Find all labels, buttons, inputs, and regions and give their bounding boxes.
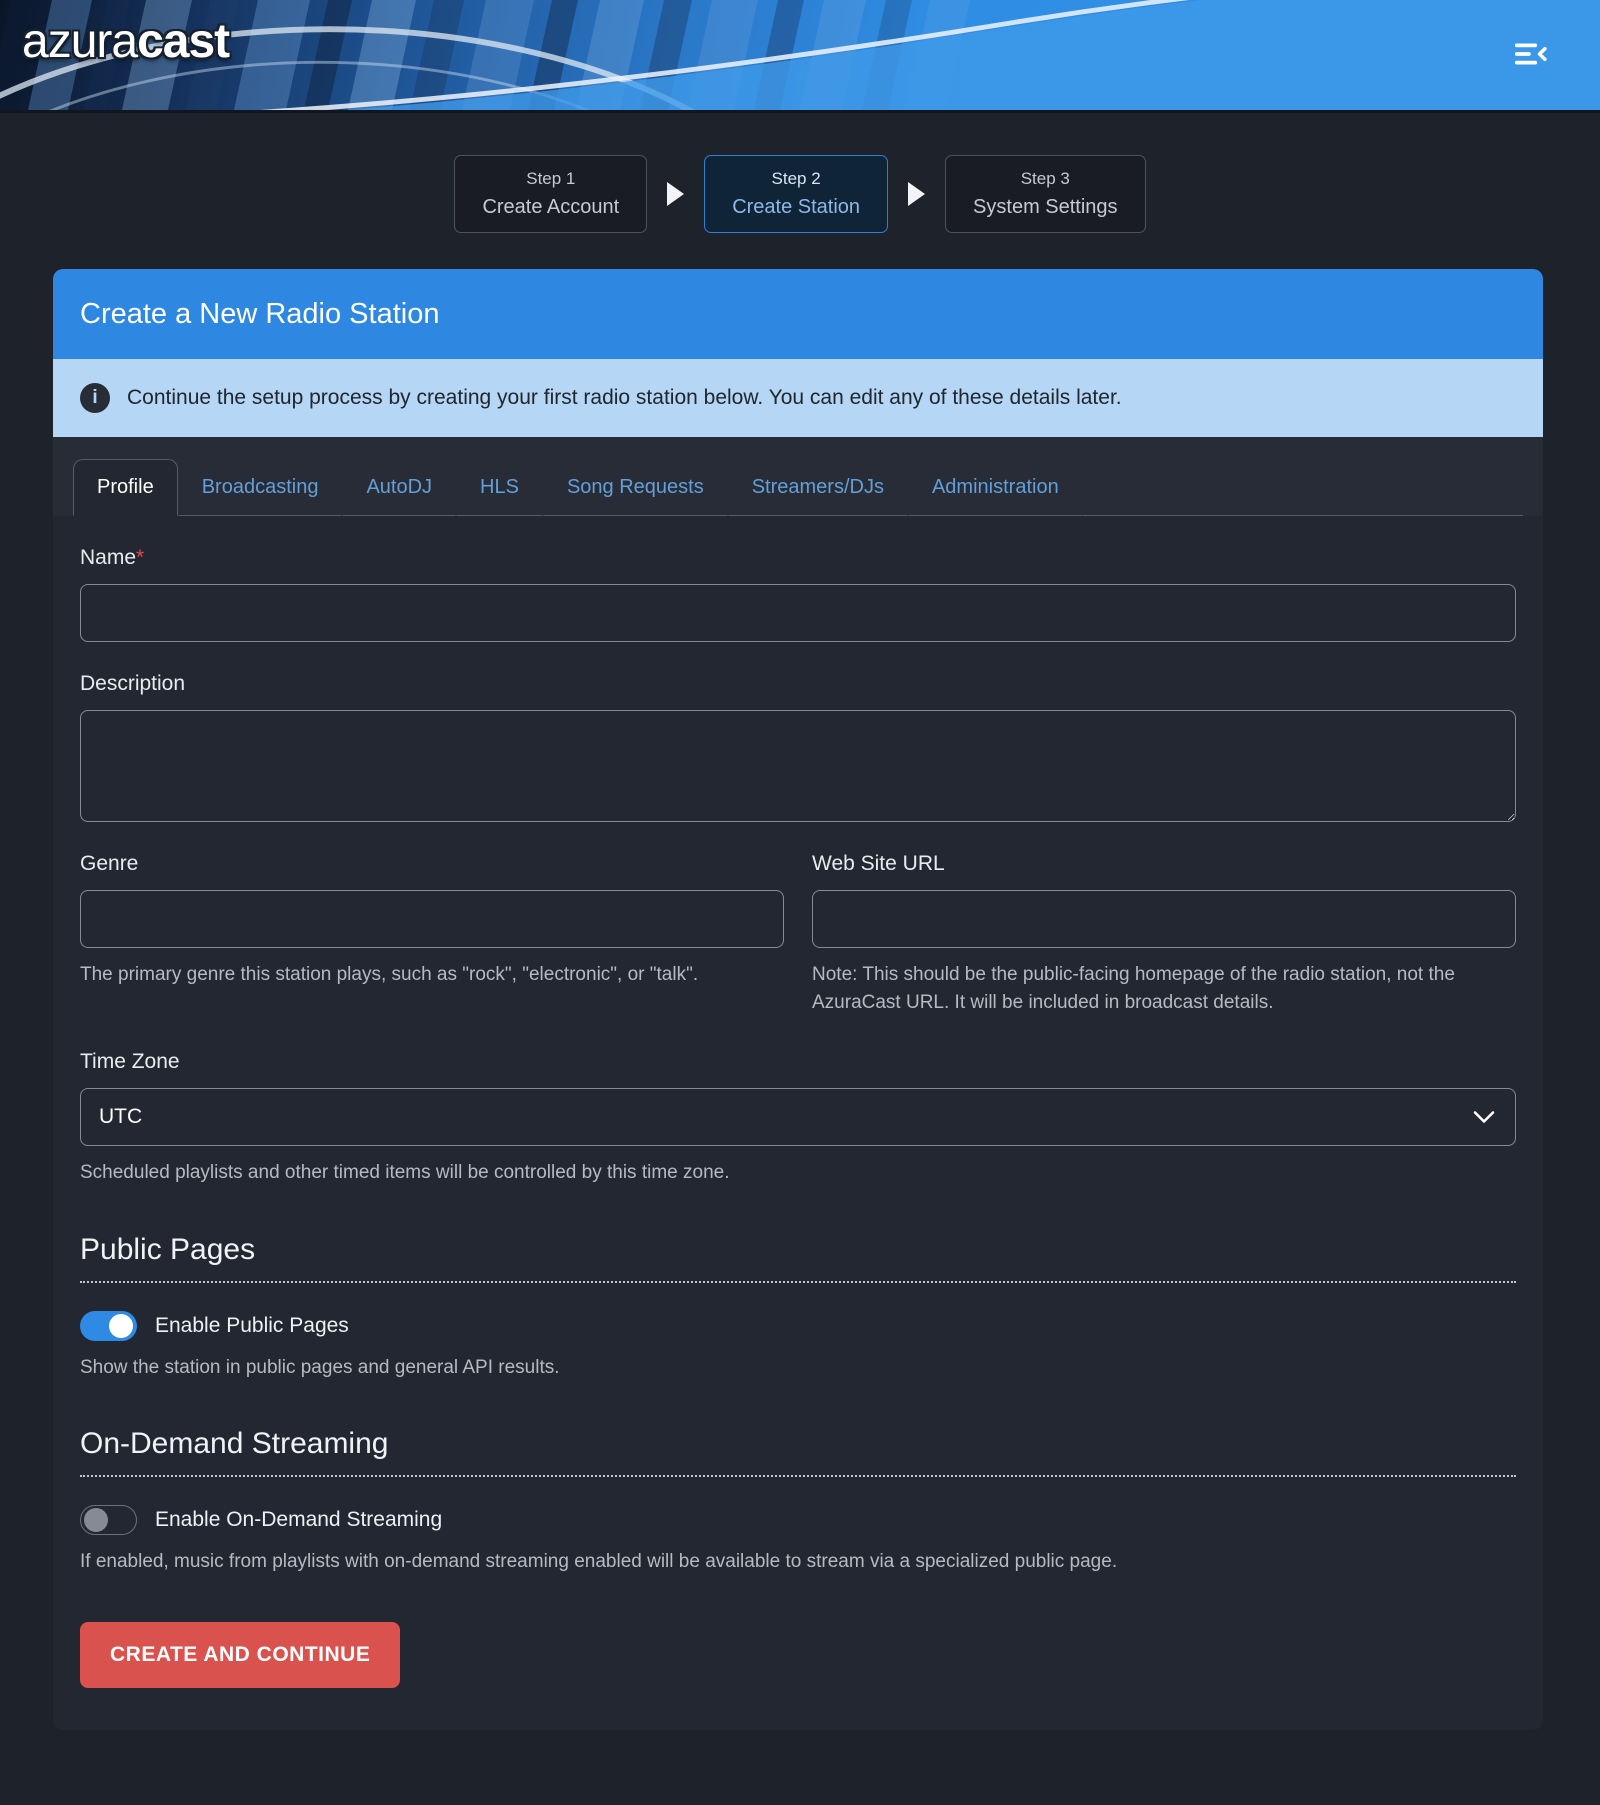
sidebar-toggle-button[interactable]	[1510, 34, 1550, 74]
tab-streamers-djs[interactable]: Streamers/DJs	[728, 459, 908, 516]
arrow-right-icon	[908, 182, 925, 206]
step-1-create-account: Step 1 Create Account	[454, 155, 647, 233]
public-pages-toggle-label: Enable Public Pages	[155, 1314, 349, 1338]
setup-step-indicator: Step 1 Create Account Step 2 Create Stat…	[0, 155, 1600, 233]
genre-label: Genre	[80, 852, 784, 876]
logo-text-cast: cast	[137, 15, 229, 68]
step-number: Step 2	[732, 169, 860, 189]
required-asterisk: *	[136, 546, 144, 569]
timezone-field-group: Time Zone UTC Scheduled playlists and ot…	[80, 1050, 1516, 1187]
enable-public-pages-toggle[interactable]	[80, 1311, 137, 1341]
tab-autodj[interactable]: AutoDJ	[342, 459, 456, 516]
timezone-selected-value: UTC	[99, 1105, 142, 1129]
app-header: azuracast	[0, 0, 1600, 113]
website-field-group: Web Site URL Note: This should be the pu…	[812, 852, 1516, 1016]
step-label: Create Station	[732, 196, 860, 219]
tab-song-requests[interactable]: Song Requests	[543, 459, 728, 516]
page-title: Create a New Radio Station	[80, 298, 439, 331]
station-tabs: Profile Broadcasting AutoDJ HLS Song Req…	[53, 437, 1543, 516]
description-input[interactable]	[80, 710, 1516, 822]
name-field-group: Name*	[80, 546, 1516, 642]
tab-profile[interactable]: Profile	[73, 459, 178, 516]
menu-collapse-icon	[1511, 35, 1549, 73]
description-field-group: Description	[80, 672, 1516, 822]
toggle-knob	[109, 1314, 133, 1338]
name-label: Name*	[80, 546, 1516, 570]
genre-help-text: The primary genre this station plays, su…	[80, 961, 784, 989]
step-number: Step 1	[482, 169, 619, 189]
step-label: System Settings	[973, 196, 1118, 219]
step-2-create-station: Step 2 Create Station	[704, 155, 888, 233]
on-demand-toggle-row: Enable On-Demand Streaming	[80, 1505, 1516, 1535]
step-label: Create Account	[482, 196, 619, 219]
enable-on-demand-toggle[interactable]	[80, 1505, 137, 1535]
genre-website-row: Genre The primary genre this station pla…	[80, 852, 1516, 1016]
tab-broadcasting[interactable]: Broadcasting	[178, 459, 343, 516]
section-divider	[80, 1475, 1516, 1477]
profile-tab-panel: Name* Description Genre The primary genr…	[53, 516, 1543, 1730]
genre-input[interactable]	[80, 890, 784, 948]
logo-text-azura: azura	[22, 15, 137, 68]
on-demand-heading: On-Demand Streaming	[80, 1427, 1516, 1461]
step-number: Step 3	[973, 169, 1118, 189]
tab-hls[interactable]: HLS	[456, 459, 543, 516]
on-demand-help-text: If enabled, music from playlists with on…	[80, 1548, 1516, 1576]
timezone-help-text: Scheduled playlists and other timed item…	[80, 1159, 1516, 1187]
info-icon: i	[80, 383, 110, 413]
public-pages-heading: Public Pages	[80, 1233, 1516, 1267]
create-station-card: Create a New Radio Station i Continue th…	[53, 269, 1543, 1730]
public-pages-help-text: Show the station in public pages and gen…	[80, 1354, 1516, 1382]
website-url-input[interactable]	[812, 890, 1516, 948]
on-demand-toggle-label: Enable On-Demand Streaming	[155, 1508, 442, 1532]
create-and-continue-button[interactable]: CREATE AND CONTINUE	[80, 1622, 400, 1688]
website-help-text: Note: This should be the public-facing h…	[812, 961, 1516, 1016]
name-input[interactable]	[80, 584, 1516, 642]
public-pages-toggle-row: Enable Public Pages	[80, 1311, 1516, 1341]
tab-administration[interactable]: Administration	[908, 459, 1083, 516]
chevron-down-icon	[1473, 1111, 1495, 1124]
info-alert-text: Continue the setup process by creating y…	[127, 386, 1122, 410]
timezone-label: Time Zone	[80, 1050, 1516, 1074]
azuracast-logo[interactable]: azuracast	[22, 18, 229, 66]
step-3-system-settings: Step 3 System Settings	[945, 155, 1146, 233]
header-artwork	[0, 0, 1600, 110]
card-header: Create a New Radio Station	[53, 269, 1543, 359]
tab-strip-filler	[1083, 459, 1523, 516]
website-label: Web Site URL	[812, 852, 1516, 876]
arrow-right-icon	[667, 182, 684, 206]
genre-field-group: Genre The primary genre this station pla…	[80, 852, 784, 1016]
timezone-select[interactable]: UTC	[80, 1088, 1516, 1146]
info-alert: i Continue the setup process by creating…	[53, 359, 1543, 437]
description-label: Description	[80, 672, 1516, 696]
toggle-knob	[84, 1508, 108, 1532]
section-divider	[80, 1281, 1516, 1283]
